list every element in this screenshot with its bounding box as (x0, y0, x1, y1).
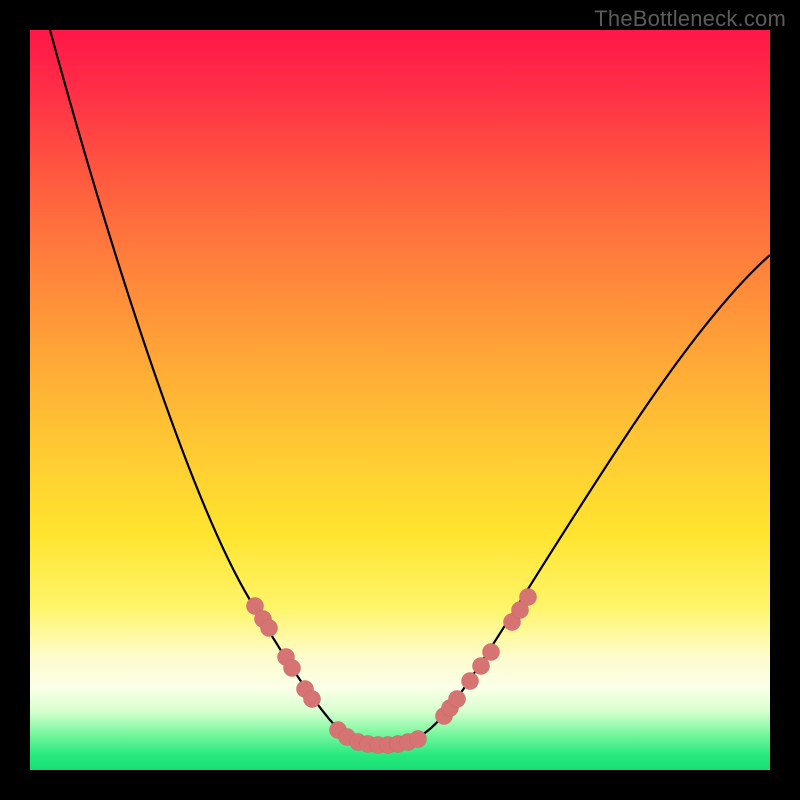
outer-frame: TheBottleneck.com (0, 0, 800, 800)
marker-point (483, 644, 500, 661)
marker-point (261, 620, 278, 637)
highlight-markers (247, 589, 537, 754)
marker-point (449, 691, 466, 708)
marker-point (410, 731, 427, 748)
marker-point (462, 673, 479, 690)
chart-plot-area (30, 30, 770, 770)
marker-point (473, 658, 490, 675)
chart-svg (30, 30, 770, 770)
marker-point (520, 589, 537, 606)
watermark-text: TheBottleneck.com (594, 6, 786, 32)
marker-point (304, 691, 321, 708)
marker-point (284, 660, 301, 677)
bottleneck-curve (50, 30, 770, 745)
